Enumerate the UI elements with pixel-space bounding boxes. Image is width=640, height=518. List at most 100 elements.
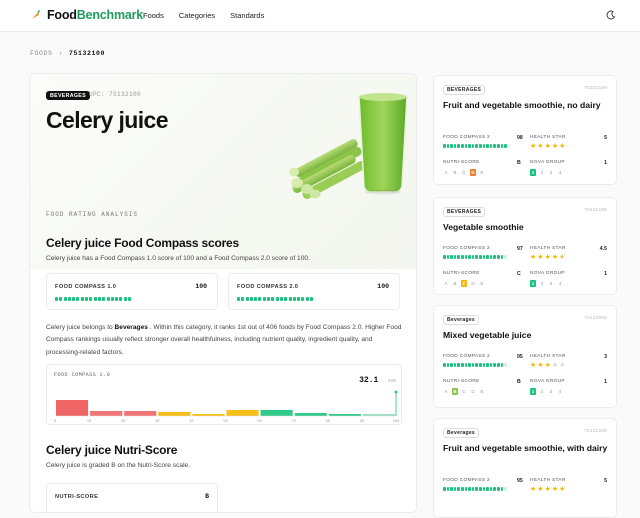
x-tick-label: 100 [393,420,399,424]
fc-label: FOOD COMPASS 2 [443,246,491,251]
food-name[interactable]: Fruit and vegetable smoothie, with dairy [443,443,608,455]
meter-segment [457,255,460,259]
meter-segment [284,297,288,301]
category-badge[interactable]: Beverages [443,428,479,438]
nova-label: NOVA GROUP [530,379,565,384]
category-badge[interactable]: BEVERAGES [443,207,486,217]
main-nav: Foods Categories Standards [143,11,279,20]
category-link[interactable]: Beverages [115,324,148,331]
similar-food-card[interactable]: Beverages 75132100 Fruit and vegetable s… [433,418,617,518]
histogram-bar [294,413,327,416]
meter-segment [489,487,493,491]
nova-grade: 2 [540,281,544,286]
meter-segment [464,363,468,367]
meter-segment [106,297,110,301]
fc-meter [443,487,507,491]
meter-segment [468,487,471,491]
star-icon: ★ [559,486,567,493]
star-icon: ★ [537,143,545,150]
fc-label: FOOD COMPASS 2 [443,135,491,140]
histogram-bar [158,412,191,416]
food-code: 75132000 [583,316,607,321]
category-badge[interactable]: BEVERAGES [443,85,486,95]
meter-segment [297,297,301,301]
distribution-chart: FOOD COMPASS 2.0 32.1 AVG 0 10 20 30 40 50 60 7… [46,364,402,425]
brand-logo[interactable]: FoodBenchmark [30,8,143,22]
food-name[interactable]: Mixed vegetable juice [443,330,608,342]
fc-value: 97 [517,246,523,252]
meter-segment [115,297,119,301]
food-name[interactable]: Fruit and vegetable smoothie, no dairy [443,100,608,112]
nutri-grade: D [471,389,475,394]
compass-heading: Celery juice Food Compass scores [46,236,240,250]
histogram-bar [226,410,259,416]
meter-segment [245,297,249,301]
breadcrumb: FOODS › 75132100 [30,50,105,57]
meter-segment [63,297,67,301]
nutri-score-label: NUTRI-SCORE [443,160,480,165]
similar-food-card[interactable]: BEVERAGES 75132100 Fruit and vegetable s… [433,75,617,185]
current-food-marker-dot [394,390,398,394]
meter-segment [271,297,275,301]
fc-label: FOOD COMPASS 2 [443,478,491,483]
category-badge[interactable]: BEVERAGES [46,91,90,100]
meter-segment [457,363,460,367]
category-ranking-text: Celery juice belongs to Beverages . With… [46,322,406,359]
nutri-grade: D [471,281,475,286]
nav-foods[interactable]: Foods [143,11,164,20]
fc1-meter [55,297,132,301]
food-name[interactable]: Vegetable smoothie [443,222,608,234]
nutri-grade: E [480,389,484,394]
meter-segment [457,487,460,491]
nutri-score-label: NUTRI-SCORE [443,271,480,276]
health-star-value: 4.5 [599,246,607,252]
nav-standards[interactable]: Standards [230,11,264,20]
nova-grade: 2 [540,389,544,394]
fc1-label: FOOD COMPASS 1.0 [55,284,117,290]
nova-grade: 1 [530,280,536,287]
food-code: 75132100 [583,86,607,91]
nutri-score-scale: ABCDE [443,169,485,176]
nav-categories[interactable]: Categories [179,11,215,20]
breadcrumb-foods[interactable]: FOODS [30,50,53,57]
fc-value: 95 [517,354,523,360]
meter-segment [460,255,464,259]
meter-segment [241,297,245,301]
category-badge[interactable]: Beverages [443,315,479,325]
moon-icon[interactable] [606,10,616,20]
fc2-label: FOOD COMPASS 2.0 [237,284,299,290]
meter-segment [496,363,500,367]
meter-segment [443,487,446,491]
similar-food-card[interactable]: Beverages 75132000 Mixed vegetable juice… [433,305,617,408]
nutri-score-scale: ABCDE [443,280,485,287]
meter-segment [504,255,507,259]
nutri-grade: D [470,169,476,176]
meter-segment [460,363,464,367]
nutri-grade: A [444,389,448,394]
meter-segment [443,363,446,367]
meter-segment [76,297,80,301]
meter-segment [489,144,493,148]
meter-segment [443,255,446,259]
nutri-score-scale: ABCDE [443,388,485,395]
similar-food-card[interactable]: BEVERAGES 75132100 Vegetable smoothie FO… [433,197,617,295]
meter-segment [478,363,482,367]
meter-segment [460,144,464,148]
meter-segment [288,297,292,301]
meter-segment [468,255,471,259]
x-tick-label: 50 [223,420,227,424]
meter-segment [471,144,475,148]
nutri-grade: C [462,389,466,394]
meter-segment [496,144,500,148]
meter-segment [305,297,309,301]
meter-segment [482,487,486,491]
x-tick-label: 60 [257,420,261,424]
fc-value: 95 [517,478,523,484]
meter-segment [500,487,504,491]
star-icon: ★ [544,486,552,493]
distribution-plot: 0 10 20 30 40 50 60 70 80 90 100 [54,390,399,424]
meter-segment [450,144,453,148]
meter-segment [493,363,496,367]
meter-segment [85,297,89,301]
meter-segment [500,144,504,148]
